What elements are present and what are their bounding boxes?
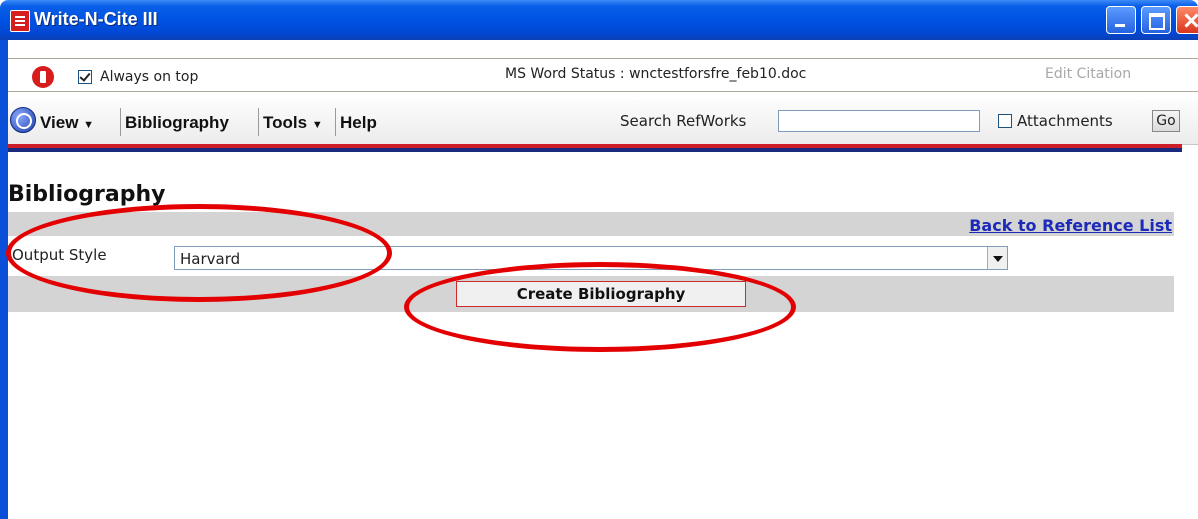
- menu-tools[interactable]: Tools ▼: [263, 113, 323, 133]
- chevron-down-icon: ▼: [83, 119, 95, 131]
- menu-tools-label: Tools: [263, 113, 308, 132]
- toolbar: View ▼ Bibliography Tools ▼ Help Search …: [8, 100, 1198, 145]
- create-bibliography-button[interactable]: Create Bibliography: [456, 281, 746, 307]
- chevron-down-icon: ▼: [311, 119, 323, 131]
- output-style-select[interactable]: Harvard: [174, 246, 1008, 270]
- document-icon: [10, 10, 30, 32]
- window-title-bar[interactable]: Write-N-Cite III: [0, 0, 1198, 40]
- refworks-globe-icon[interactable]: [10, 107, 36, 133]
- search-label: Search RefWorks: [620, 112, 747, 130]
- bibliography-panel: Back to Reference List Output Style Harv…: [8, 212, 1174, 312]
- always-on-top-checkbox[interactable]: [78, 70, 92, 84]
- app-logo-icon: [32, 66, 54, 88]
- always-on-top-label: Always on top: [100, 69, 199, 85]
- window-content: Always on top MS Word Status : wnctestfo…: [8, 40, 1198, 519]
- close-button[interactable]: [1176, 6, 1198, 34]
- attachments-label: Attachments: [1017, 112, 1113, 130]
- toolbar-separator: [120, 108, 121, 136]
- window-frame: [0, 40, 8, 519]
- minimize-button[interactable]: [1106, 6, 1136, 34]
- page-title: Bibliography: [8, 182, 166, 207]
- menu-bibliography[interactable]: Bibliography: [125, 113, 229, 133]
- back-to-reference-list-link[interactable]: Back to Reference List: [969, 216, 1172, 235]
- ms-word-status: MS Word Status : wnctestforsfre_feb10.do…: [505, 66, 807, 82]
- menu-view-label: View: [40, 113, 79, 132]
- menu-help[interactable]: Help: [340, 113, 377, 133]
- go-button[interactable]: Go: [1152, 110, 1180, 132]
- menu-view[interactable]: View ▼: [40, 113, 94, 133]
- edit-citation-link[interactable]: Edit Citation: [1045, 66, 1131, 82]
- toolbar-separator: [258, 108, 259, 136]
- attachments-checkbox[interactable]: [998, 114, 1012, 128]
- toolbar-separator: [335, 108, 336, 136]
- output-style-value: Harvard: [180, 250, 241, 268]
- divider-navy: [8, 148, 1182, 152]
- maximize-button[interactable]: [1141, 6, 1171, 34]
- window-title: Write-N-Cite III: [34, 9, 158, 29]
- output-style-label: Output Style: [12, 246, 107, 264]
- chevron-down-icon[interactable]: [987, 247, 1007, 269]
- search-input[interactable]: [778, 110, 980, 132]
